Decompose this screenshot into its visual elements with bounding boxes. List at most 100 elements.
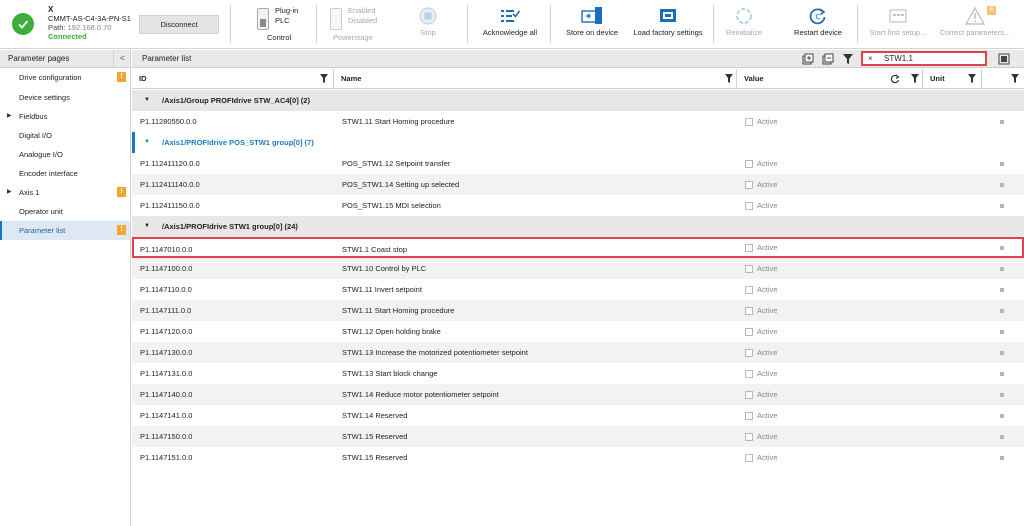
group-row[interactable]: ▼/Axis1/Group PROFIdrive STW_AC4[0] (2) xyxy=(132,90,1024,111)
active-checkbox[interactable] xyxy=(745,244,753,252)
group-row[interactable]: ▼/Axis1/PROFIdrive STW1 group[0] (24) xyxy=(132,216,1024,237)
load-factory-settings-button[interactable]: Load factory settings xyxy=(628,4,708,46)
collapse-arrow-icon[interactable]: ▼ xyxy=(144,132,150,153)
correct-count-badge: 6 xyxy=(987,6,996,15)
column-header-extra[interactable] xyxy=(982,69,1024,89)
sidebar-item-operator-unit[interactable]: Operator unit xyxy=(0,202,130,221)
column-filter-icon[interactable] xyxy=(911,74,919,83)
active-checkbox[interactable] xyxy=(745,433,753,441)
column-filter-icon[interactable] xyxy=(320,74,328,83)
active-checkbox[interactable] xyxy=(745,454,753,462)
sidebar-title: Parameter pages xyxy=(8,54,70,63)
sidebar-item-digital-io[interactable]: Digital I/O xyxy=(0,126,130,145)
row-marker-icon xyxy=(1000,120,1004,124)
main-header: Parameter list × STW1.1 xyxy=(132,50,1024,68)
sidebar-item-analogue-io[interactable]: Analogue I/O xyxy=(0,145,130,164)
collapse-arrow-icon[interactable]: ▼ xyxy=(144,90,150,111)
table-row[interactable]: P1.1147151.0.0 STW1.15 Reserved Active xyxy=(132,447,1024,468)
filter-search-input[interactable]: × STW1.1 xyxy=(861,51,987,66)
table-row[interactable]: P1.1147100.0.0 STW1.10 Control by PLC Acti… xyxy=(132,258,1024,279)
disconnect-button[interactable]: Disconnect xyxy=(139,15,219,34)
active-checkbox[interactable] xyxy=(745,349,753,357)
column-filter-icon[interactable] xyxy=(968,74,976,83)
table-row[interactable]: P1.1147141.0.0 STW1.14 Reserved Active xyxy=(132,405,1024,426)
toolbar-separator xyxy=(713,5,714,43)
reinitialize-icon xyxy=(736,8,752,24)
expand-arrow-icon[interactable]: ▶ xyxy=(7,183,12,202)
sidebar-item-parameter-list[interactable]: Parameter list! xyxy=(0,221,130,240)
warning-triangle-icon xyxy=(964,6,986,25)
collapse-arrow-icon[interactable]: ▼ xyxy=(144,216,150,237)
active-checkbox[interactable] xyxy=(745,181,753,189)
connected-check-icon xyxy=(12,13,34,35)
column-header-value[interactable]: Value xyxy=(737,69,923,89)
column-filter-icon[interactable] xyxy=(725,74,733,83)
table-row[interactable]: P1.112411140.0.0 POS_STW1.14 Setting up s… xyxy=(132,174,1024,195)
table-row-highlighted[interactable]: P1.1147010.0.0 STW1.1 Coast stop Active xyxy=(132,237,1024,258)
row-marker-icon xyxy=(1000,246,1004,250)
expand-all-icon[interactable] xyxy=(802,53,814,65)
column-header-unit[interactable]: Unit xyxy=(923,69,982,89)
collapse-sidebar-button[interactable]: < xyxy=(113,50,131,68)
warning-badge: ! xyxy=(117,225,126,235)
toolbar-separator xyxy=(467,5,468,43)
active-checkbox[interactable] xyxy=(745,370,753,378)
toolbar-separator xyxy=(857,5,858,43)
active-checkbox[interactable] xyxy=(745,265,753,273)
table-row[interactable]: P1.112411120.0.0 POS_STW1.12 Setpoint tra… xyxy=(132,153,1024,174)
table-row[interactable]: P1.1147110.0.0 STW1.11 Invert setpoint Act… xyxy=(132,279,1024,300)
sidebar-item-fieldbus[interactable]: ▶ Fieldbus xyxy=(0,107,130,126)
row-marker-icon xyxy=(1000,372,1004,376)
toolbar-separator xyxy=(550,5,551,43)
warning-badge: ! xyxy=(117,72,126,82)
stop-icon xyxy=(419,7,437,25)
toolbar-separator xyxy=(316,5,317,43)
column-filter-icon[interactable] xyxy=(1011,74,1019,83)
sidebar-item-drive-configuration[interactable]: Drive configuration! xyxy=(0,68,130,87)
sidebar-item-axis-1[interactable]: ▶ Axis 1! xyxy=(0,183,130,202)
column-header-name[interactable]: Name xyxy=(334,69,737,89)
device-name: X xyxy=(48,5,54,14)
correct-parameters-button[interactable]: 6 Correct parameters... xyxy=(935,4,1015,46)
active-checkbox[interactable] xyxy=(745,391,753,399)
active-checkbox[interactable] xyxy=(745,286,753,294)
export-icon[interactable] xyxy=(998,53,1010,65)
restart-icon: C xyxy=(809,8,826,25)
clear-filter-icon[interactable]: × xyxy=(868,54,873,63)
sidebar: Drive configuration! Device settings ▶ Fi… xyxy=(0,68,131,526)
filter-icon[interactable] xyxy=(842,53,854,65)
stop-button[interactable]: Stop xyxy=(412,4,444,46)
table-row[interactable]: P1.1147120.0.0 STW1.12 Open holding brake… xyxy=(132,321,1024,342)
start-first-setup-button[interactable]: Start first setup... xyxy=(866,4,930,46)
active-checkbox[interactable] xyxy=(745,160,753,168)
device-path: Path: 192.168.0.70 xyxy=(48,23,112,32)
table-row[interactable]: P1.112411150.0.0 POS_STW1.15 MDI selectio… xyxy=(132,195,1024,216)
sidebar-header: Parameter pages < xyxy=(0,50,131,68)
refresh-icon[interactable] xyxy=(890,74,900,84)
sidebar-item-encoder-interface[interactable]: Encoder interface xyxy=(0,164,130,183)
group-row[interactable]: ▼/Axis1/PROFIdrive POS_STW1 group[0] (7) xyxy=(132,132,1024,153)
collapse-all-icon[interactable] xyxy=(822,53,834,65)
table-row[interactable]: P1.1147140.0.0 STW1.14 Reduce motor poten… xyxy=(132,384,1024,405)
column-header-id[interactable]: ID xyxy=(132,69,334,89)
acknowledge-all-button[interactable]: Acknowledge all xyxy=(478,4,542,46)
table-row[interactable]: P1.1147130.0.0 STW1.13 Increase the motor… xyxy=(132,342,1024,363)
powerstage-label: Powerstage xyxy=(333,33,373,42)
table-row[interactable]: P1.1147111.0.0 STW1.11 Start Homing proce… xyxy=(132,300,1024,321)
reinitialize-button[interactable]: Reinitialize xyxy=(722,4,766,46)
row-marker-icon xyxy=(1000,288,1004,292)
active-checkbox[interactable] xyxy=(745,307,753,315)
disabled-label: Disabled xyxy=(348,16,378,25)
active-checkbox[interactable] xyxy=(745,202,753,210)
active-checkbox[interactable] xyxy=(745,328,753,336)
sidebar-item-device-settings[interactable]: Device settings xyxy=(0,88,130,107)
expand-arrow-icon[interactable]: ▶ xyxy=(7,107,12,126)
restart-device-button[interactable]: C Restart device xyxy=(789,4,847,46)
active-checkbox[interactable] xyxy=(745,412,753,420)
table-row[interactable]: P1.1147150.0.0 STW1.15 Reserved Active xyxy=(132,426,1024,447)
table-row[interactable]: P1.11280550.0.0 STW1.11 Start Homing proc… xyxy=(132,111,1024,132)
table-row[interactable]: P1.1147131.0.0 STW1.13 Start block change… xyxy=(132,363,1024,384)
active-checkbox[interactable] xyxy=(745,118,753,126)
acknowledge-list-icon xyxy=(501,10,520,22)
store-on-device-button[interactable]: Store on device xyxy=(561,4,623,46)
